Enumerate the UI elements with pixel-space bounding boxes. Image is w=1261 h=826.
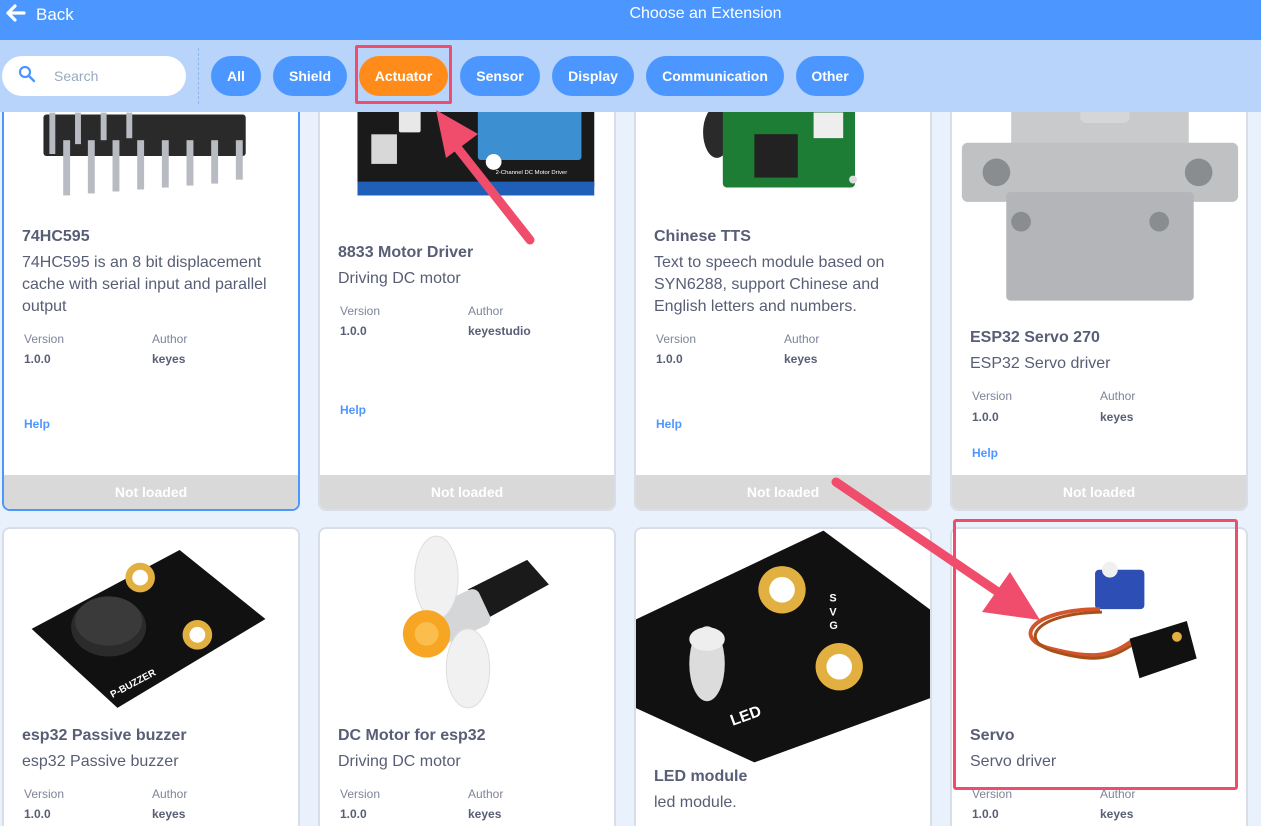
version-value: 1.0.0 (24, 807, 51, 821)
filter-bar: All Shield Actuator Sensor Display Commu… (0, 40, 1261, 112)
card-name: esp32 Passive buzzer (22, 727, 187, 744)
load-status: Not loaded (320, 475, 614, 509)
dc-motor-fan-image (320, 530, 614, 713)
pin-v-label: V (829, 606, 837, 618)
author-value: keyes (1100, 807, 1134, 821)
extension-card-servo[interactable]: Servo Servo driver Version Author 1.0.0 … (950, 527, 1248, 826)
motor-board-text: 2-Channel DC Motor Driver (496, 170, 568, 176)
help-link[interactable]: Help (656, 417, 682, 431)
author-value: keyestudio (468, 324, 531, 338)
author-value: keyes (468, 807, 502, 821)
version-value: 1.0.0 (340, 324, 367, 338)
filter-communication[interactable]: Communication (646, 56, 784, 96)
author-label: Author (152, 332, 188, 346)
passive-buzzer-image: P-BUZZER (4, 530, 298, 713)
card-description: 74HC595 is an 8 bit displacement cache w… (22, 254, 267, 315)
card-name: 74HC595 (22, 228, 90, 245)
search-icon (18, 65, 36, 88)
filter-display[interactable]: Display (552, 56, 634, 96)
extension-card-chinese-tts[interactable]: Chinese TTS Text to speech module based … (634, 80, 932, 511)
filter-other[interactable]: Other (796, 56, 864, 96)
author-label: Author (784, 332, 820, 346)
card-description: Servo driver (970, 753, 1057, 770)
filter-sensor[interactable]: Sensor (460, 56, 540, 96)
search-input[interactable] (54, 68, 174, 84)
author-value: keyes (152, 352, 186, 366)
card-description: Text to speech module based on SYN6288, … (654, 254, 885, 315)
version-label: Version (340, 304, 381, 318)
extension-card-8833-motor-driver[interactable]: 2-Channel DC Motor Driver 8833 Motor Dri… (318, 80, 616, 511)
version-label: Version (340, 787, 381, 801)
load-status: Not loaded (4, 475, 298, 509)
load-status: Not loaded (952, 475, 1246, 509)
author-label: Author (1100, 389, 1136, 403)
filter-all[interactable]: All (211, 56, 261, 96)
version-label: Version (24, 332, 65, 346)
card-description: ESP32 Servo driver (970, 355, 1111, 372)
filter-shield[interactable]: Shield (273, 56, 347, 96)
version-label: Version (656, 332, 697, 346)
filter-actuator[interactable]: Actuator (359, 56, 448, 96)
card-name: Servo (970, 727, 1015, 744)
top-bar: Back Choose an Extension (0, 0, 1261, 40)
author-label: Author (468, 304, 504, 318)
card-name: LED module (654, 768, 748, 785)
servo-image (952, 530, 1246, 713)
author-value: keyes (784, 352, 818, 366)
help-link[interactable]: Help (340, 403, 366, 417)
card-name: ESP32 Servo 270 (970, 329, 1100, 346)
pin-s-label: S (829, 593, 836, 605)
help-link[interactable]: Help (972, 446, 998, 460)
servo-270-image (952, 83, 1246, 311)
filter-divider (198, 48, 199, 104)
author-value: keyes (1100, 410, 1134, 424)
version-value: 1.0.0 (656, 352, 683, 366)
version-label: Version (24, 787, 65, 801)
version-value: 1.0.0 (972, 807, 999, 821)
extension-card-dc-motor-esp32[interactable]: DC Motor for esp32 Driving DC motor Vers… (318, 527, 616, 826)
help-link[interactable]: Help (24, 417, 50, 431)
extension-card-esp32-servo-270[interactable]: ESP32 Servo 270 ESP32 Servo driver Versi… (950, 80, 1248, 511)
extension-card-led-module[interactable]: S V G LED LED module led module. (634, 527, 932, 826)
pin-g-label: G (829, 620, 837, 632)
version-label: Version (972, 389, 1013, 403)
author-label: Author (1100, 787, 1136, 801)
led-module-image: S V G LED (636, 530, 930, 763)
version-value: 1.0.0 (340, 807, 367, 821)
card-description: esp32 Passive buzzer (22, 753, 179, 770)
author-value: keyes (152, 807, 186, 821)
page-title: Choose an Extension (629, 5, 782, 22)
card-description: Driving DC motor (338, 270, 461, 287)
version-label: Version (972, 787, 1013, 801)
load-status: Not loaded (636, 475, 930, 509)
version-value: 1.0.0 (972, 410, 999, 424)
card-name: DC Motor for esp32 (338, 727, 486, 744)
card-name: Chinese TTS (654, 228, 751, 245)
extension-card-74hc595[interactable]: 74HC595 74HC595 is an 8 bit displacement… (2, 80, 300, 511)
extension-card-esp32-passive-buzzer[interactable]: P-BUZZER esp32 Passive buzzer esp32 Pass… (2, 527, 300, 826)
author-label: Author (468, 787, 504, 801)
author-label: Author (152, 787, 188, 801)
search-box[interactable] (2, 56, 186, 96)
card-description: led module. (654, 794, 737, 811)
card-name: 8833 Motor Driver (338, 244, 474, 261)
card-description: Driving DC motor (338, 753, 461, 770)
version-value: 1.0.0 (24, 352, 51, 366)
